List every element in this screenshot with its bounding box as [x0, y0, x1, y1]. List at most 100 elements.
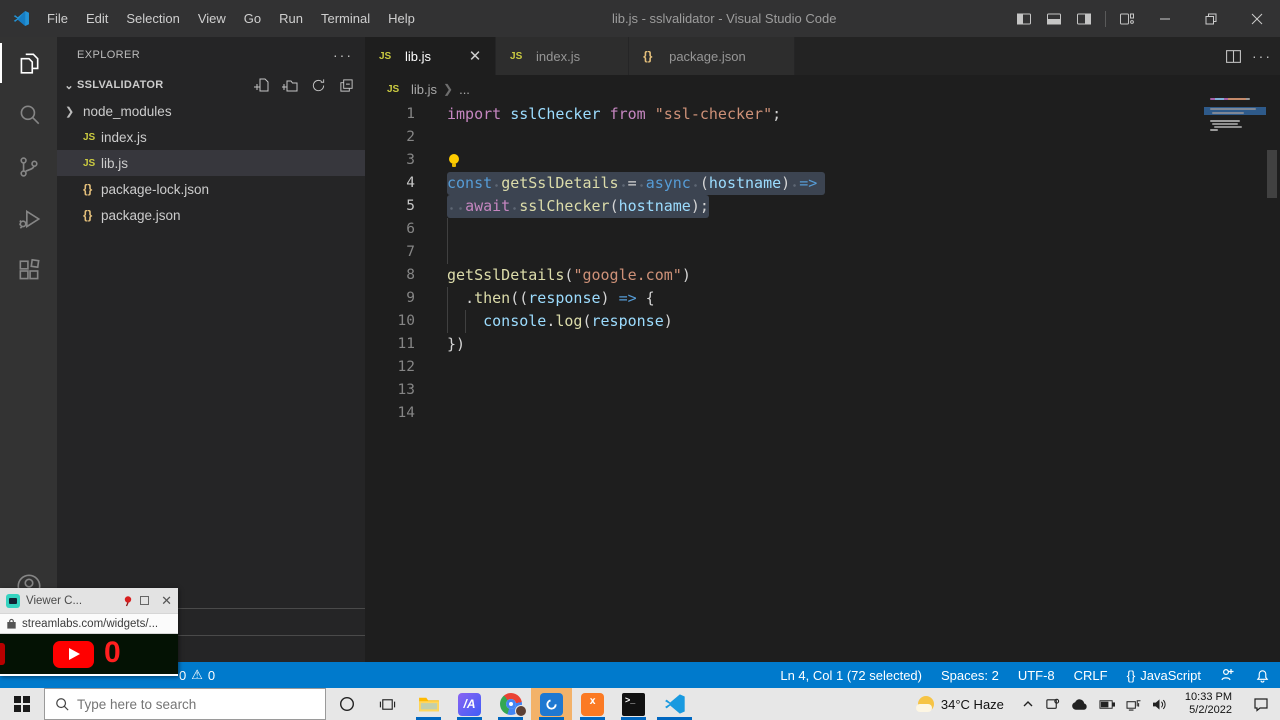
minimap[interactable]	[1210, 98, 1262, 178]
file-package-json[interactable]: {} package.json	[57, 202, 365, 228]
code-line[interactable]: 7	[365, 241, 1210, 264]
customize-layout-icon[interactable]	[1112, 0, 1142, 37]
viewer-count-window[interactable]: Viewer C... ✕ streamlabs.com/widgets/...…	[0, 588, 178, 676]
tab-lib-js[interactable]: JS lib.js ✕	[365, 37, 496, 75]
problems-status[interactable]: 0 ⚠ 0	[179, 662, 215, 688]
xampp-button[interactable]: ᕁ	[572, 688, 613, 720]
feedback-icon[interactable]	[1220, 667, 1236, 683]
collapse-folders-icon[interactable]	[335, 74, 357, 96]
teams-tray-icon[interactable]	[1045, 697, 1060, 712]
code-line[interactable]: 8getSslDetails("google.com")	[365, 264, 1210, 287]
indent-guide	[447, 287, 448, 310]
menu-run[interactable]: Run	[270, 0, 312, 37]
code-line[interactable]: 9 .then((response) => {	[365, 287, 1210, 310]
toggle-sidebar-icon[interactable]	[1009, 0, 1039, 37]
menu-help[interactable]: Help	[379, 0, 424, 37]
breadcrumb[interactable]: JS lib.js ❯ ...	[365, 75, 1280, 103]
menu-file[interactable]: File	[38, 0, 77, 37]
source-control-icon[interactable]	[0, 141, 57, 193]
menu-edit[interactable]: Edit	[77, 0, 117, 37]
menu-view[interactable]: View	[189, 0, 235, 37]
network-tray-icon[interactable]	[1126, 698, 1141, 711]
cursor-position-status[interactable]: Ln 4, Col 1 (72 selected)	[780, 668, 922, 683]
vscode-button[interactable]	[654, 688, 695, 720]
vscode-logo-icon	[13, 10, 30, 27]
onedrive-tray-icon[interactable]	[1071, 698, 1088, 711]
close-icon[interactable]: ✕	[161, 593, 172, 609]
file-index-js[interactable]: JS index.js	[57, 124, 365, 150]
code-line[interactable]: 14	[365, 402, 1210, 425]
code-token: "google.com"	[573, 266, 681, 284]
file-lib-js[interactable]: JS lib.js	[57, 150, 365, 176]
close-tab-icon[interactable]: ✕	[465, 46, 485, 66]
chrome-button[interactable]	[490, 688, 531, 720]
terminal-button[interactable]: >_	[613, 688, 654, 720]
code-line[interactable]: 13	[365, 379, 1210, 402]
new-folder-icon[interactable]	[279, 74, 301, 96]
explorer-more-actions-icon[interactable]: ···	[333, 47, 353, 63]
file-node-modules[interactable]: ❯ node_modules	[57, 98, 365, 124]
menu-terminal[interactable]: Terminal	[312, 0, 379, 37]
code-line[interactable]: 4const getSslDetails = async (hostname) …	[365, 172, 1210, 195]
code-line[interactable]: 5 await sslChecker(hostname);	[365, 195, 1210, 218]
code-editor-lines: 1import sslChecker from "ssl-checker";23…	[365, 103, 1210, 425]
code-line[interactable]: 2	[365, 126, 1210, 149]
encoding-status[interactable]: UTF-8	[1018, 668, 1055, 683]
pin-icon[interactable]	[122, 595, 134, 607]
editor-scrollbar[interactable]	[1267, 150, 1277, 198]
editor-more-actions-icon[interactable]: ···	[1252, 48, 1272, 64]
taskbar-search[interactable]	[44, 688, 326, 720]
code-line[interactable]: 12	[365, 356, 1210, 379]
search-icon[interactable]	[0, 89, 57, 141]
minimap-line	[1214, 126, 1242, 128]
language-status[interactable]: {} JavaScript	[1127, 668, 1201, 683]
extensions-icon[interactable]	[0, 245, 57, 297]
start-button[interactable]	[0, 688, 44, 720]
cortana-button[interactable]	[326, 688, 367, 720]
file-package-lock-json[interactable]: {} package-lock.json	[57, 176, 365, 202]
action-center-button[interactable]	[1242, 688, 1280, 720]
tab-label: lib.js	[405, 49, 431, 64]
code-line[interactable]: 3	[365, 149, 1210, 172]
tray-expand-chevron-icon[interactable]	[1022, 698, 1034, 710]
taskbar-weather[interactable]: 34°C Haze	[908, 696, 1014, 712]
lightbulb-icon[interactable]	[447, 153, 461, 168]
breadcrumb-file[interactable]: lib.js	[411, 82, 437, 97]
file-explorer-button[interactable]	[408, 688, 449, 720]
breadcrumb-symbol[interactable]: ...	[459, 82, 470, 97]
code-line[interactable]: 11})	[365, 333, 1210, 356]
viewer-window-titlebar[interactable]: Viewer C... ✕	[0, 588, 178, 613]
close-window-button[interactable]	[1234, 0, 1280, 37]
viewer-window-urlbar[interactable]: streamlabs.com/widgets/...	[0, 613, 178, 634]
code-line[interactable]: 10 console.log(response)	[365, 310, 1210, 333]
minimize-button[interactable]	[1142, 0, 1188, 37]
streamlabs-button[interactable]	[531, 688, 572, 720]
code-line[interactable]: 1import sslChecker from "ssl-checker";	[365, 103, 1210, 126]
tab-index-js[interactable]: JS index.js	[496, 37, 629, 75]
task-view-button[interactable]	[367, 688, 408, 720]
maximize-icon[interactable]	[140, 596, 149, 605]
restore-button[interactable]	[1188, 0, 1234, 37]
menu-selection[interactable]: Selection	[117, 0, 188, 37]
eol-status[interactable]: CRLF	[1074, 668, 1108, 683]
notifications-bell-icon[interactable]	[1255, 668, 1270, 683]
volume-tray-icon[interactable]	[1152, 698, 1167, 711]
tab-package-json[interactable]: {} package.json	[629, 37, 795, 75]
slash-a-app-button[interactable]: /A	[449, 688, 490, 720]
code-line[interactable]: 6	[365, 218, 1210, 241]
taskbar-clock[interactable]: 10:33 PM 5/2/2022	[1175, 691, 1242, 717]
url-text[interactable]: streamlabs.com/widgets/...	[22, 618, 158, 630]
menu-go[interactable]: Go	[235, 0, 270, 37]
toggle-secondary-sidebar-icon[interactable]	[1069, 0, 1099, 37]
code-editor[interactable]: 1import sslChecker from "ssl-checker";23…	[365, 103, 1210, 662]
toggle-panel-icon[interactable]	[1039, 0, 1069, 37]
battery-tray-icon[interactable]	[1099, 699, 1115, 710]
run-debug-icon[interactable]	[0, 193, 57, 245]
split-editor-icon[interactable]	[1225, 48, 1242, 65]
project-section-header[interactable]: ⌄ SSLVALIDATOR	[57, 72, 365, 98]
indentation-status[interactable]: Spaces: 2	[941, 668, 999, 683]
explorer-icon[interactable]	[0, 37, 57, 89]
new-file-icon[interactable]	[251, 74, 273, 96]
refresh-icon[interactable]	[307, 74, 329, 96]
search-input[interactable]	[77, 697, 297, 712]
